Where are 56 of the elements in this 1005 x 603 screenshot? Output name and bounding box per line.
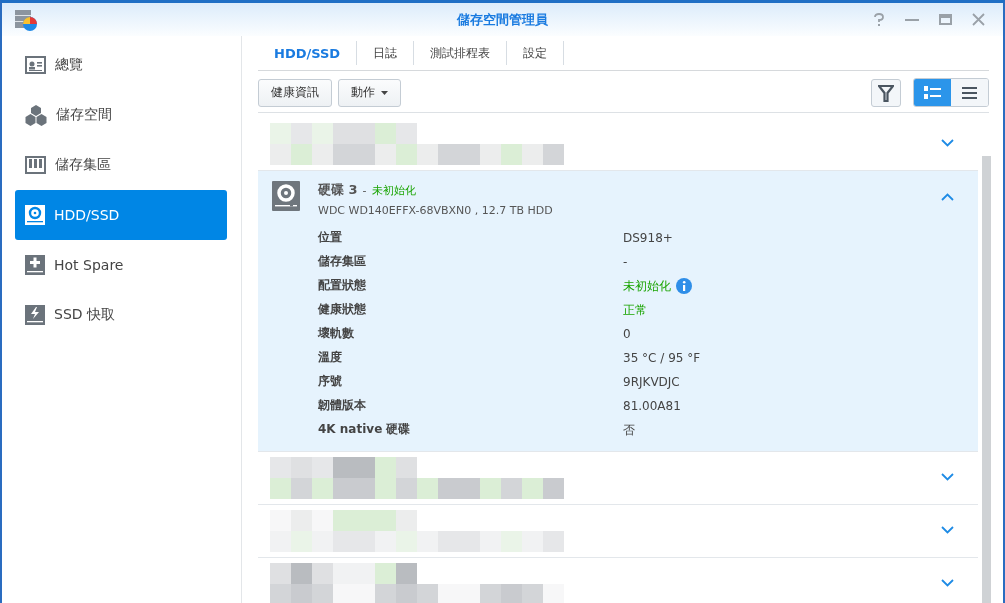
maximize-icon[interactable] xyxy=(939,14,952,25)
tab[interactable]: 日誌 xyxy=(357,41,415,65)
chevron-up-icon[interactable] xyxy=(941,193,954,201)
detail-value: 35 °C / 95 °F xyxy=(623,351,701,365)
tab[interactable]: HDD/SSD xyxy=(258,41,358,65)
filter-icon xyxy=(878,83,894,102)
window-title: 儲存空間管理員 xyxy=(457,10,548,29)
toolbar-button[interactable]: 動作 xyxy=(338,78,401,107)
detail-label: 壞軌數 xyxy=(318,325,355,342)
detail-label: 健康狀態 xyxy=(318,301,367,318)
id-card-icon xyxy=(25,56,46,74)
detail-value: - xyxy=(623,255,628,269)
sidebar-item[interactable]: SSD 快取 xyxy=(15,290,227,340)
detail-label: 儲存集區 xyxy=(318,253,367,270)
chevron-down-icon[interactable] xyxy=(941,579,954,587)
detail-label: 韌體版本 xyxy=(318,397,367,414)
scrollbar[interactable] xyxy=(982,156,991,603)
detail-list-icon xyxy=(924,85,941,100)
detail-value: 81.00A81 xyxy=(623,399,681,413)
sidebar-item[interactable]: HDD/SSD xyxy=(15,190,227,240)
chevron-down-icon[interactable] xyxy=(941,526,954,534)
detail-value: 9RJKVDJC xyxy=(623,375,680,389)
disk-name: 硬碟 3 xyxy=(318,181,358,199)
filter-button[interactable] xyxy=(871,78,901,107)
chevron-down-icon[interactable] xyxy=(941,139,954,147)
sidebar-item[interactable]: 總覽 xyxy=(15,40,227,90)
tab[interactable]: 測試排程表 xyxy=(414,41,508,65)
detail-view-button[interactable] xyxy=(914,79,951,106)
toolbar-button[interactable]: 健康資訊 xyxy=(258,78,332,107)
list-view-button[interactable] xyxy=(951,79,988,106)
detail-label: 位置 xyxy=(318,229,343,246)
chevron-down-icon[interactable] xyxy=(941,473,954,481)
detail-label: 序號 xyxy=(318,373,343,390)
detail-value: 未初始化 xyxy=(623,277,671,295)
detail-value: 0 xyxy=(623,327,631,341)
disk-row[interactable]: 硬碟 3 - 未初始化 WDC WD140EFFX-68VBXN0 , 12.7 TB HDD 位置 DS918+ 儲存集區 - 配置狀態 未初始化 健康狀態 正常 壞軌數 0 溫度 35 °C / 95 °F 序號 9RJKVDJC 韌體版本 81.00A81 4K native 硬碟 否 xyxy=(258,171,978,452)
sidebar-item[interactable]: 儲存集區 xyxy=(15,140,227,190)
detail-label: 4K native 硬碟 xyxy=(318,421,412,438)
separator-dash: - xyxy=(362,184,367,197)
info-icon[interactable] xyxy=(676,278,692,294)
detail-label: 溫度 xyxy=(318,349,343,366)
disk-model: WDC WD140EFFX-68VBXN0 , 12.7 TB HDD xyxy=(318,204,553,217)
sidebar-item[interactable]: Hot Spare xyxy=(15,240,227,290)
detail-value: DS918+ xyxy=(623,231,673,245)
columns-icon xyxy=(25,156,46,174)
detail-value: 否 xyxy=(623,421,635,439)
disk-status: 未初始化 xyxy=(371,183,416,198)
close-icon[interactable] xyxy=(972,13,985,26)
storage-app-icon xyxy=(14,7,38,32)
cubes-icon xyxy=(25,104,47,126)
sidebar-item[interactable]: 儲存空間 xyxy=(15,90,227,140)
detail-value: 正常 xyxy=(623,301,647,319)
detail-label: 配置狀態 xyxy=(318,277,367,294)
menu-icon xyxy=(962,86,977,99)
help-icon[interactable] xyxy=(873,12,885,27)
tab[interactable]: 設定 xyxy=(507,41,565,65)
